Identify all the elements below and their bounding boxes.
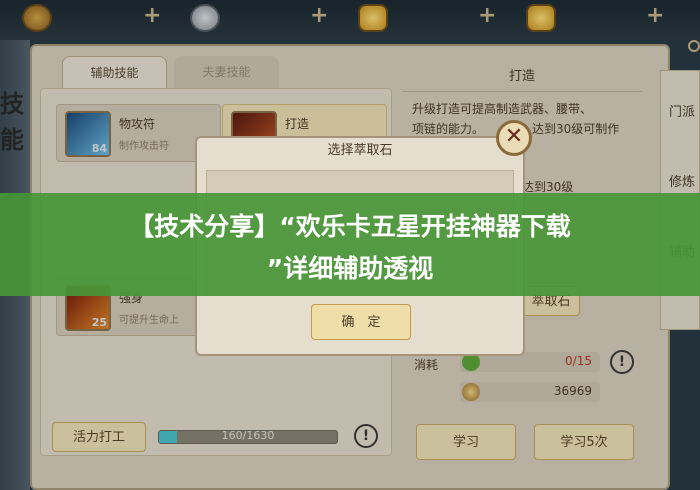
banner-line-2: ”详细辅助透视 — [266, 254, 434, 283]
overlay-banner: 【技术分享】“欢乐卡五星开挂神器下载 ”详细辅助透视 — [0, 193, 700, 296]
banner-line-1: 【技术分享】“欢乐卡五星开挂神器下载 — [129, 212, 571, 241]
close-icon[interactable]: ✕ — [496, 120, 532, 156]
dialog-title: 选择萃取石 — [327, 143, 393, 158]
confirm-button[interactable]: 确 定 — [311, 304, 411, 340]
